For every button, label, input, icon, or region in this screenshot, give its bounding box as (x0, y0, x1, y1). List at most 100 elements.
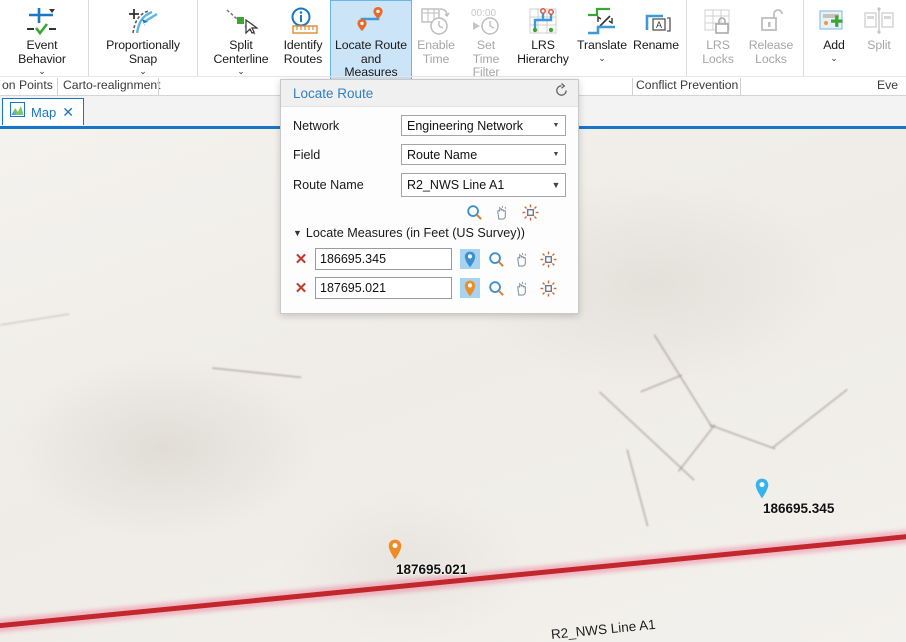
route-name-combobox[interactable]: R2_NWS Line A1 ▼ (401, 173, 566, 197)
pin-measure-icon[interactable] (460, 278, 480, 298)
route-name-label: Route Name (293, 178, 364, 192)
pan-to-route-icon[interactable] (492, 202, 512, 222)
map-tab-icon (10, 102, 25, 122)
group-label-events: Eve (877, 78, 899, 92)
chevron-down-icon[interactable]: ⌄ (598, 53, 606, 63)
tab-map[interactable]: Map ✕ (2, 98, 85, 125)
measure-row: ✕ (293, 248, 566, 270)
release-locks-button[interactable]: Release Locks (743, 0, 799, 72)
pan-to-measure-icon[interactable] (512, 278, 532, 298)
merge-event-button[interactable]: Merge (900, 0, 906, 72)
field-label: Field (293, 147, 321, 162)
field-value: Route Name (407, 147, 478, 162)
proportionally-snap-icon (124, 4, 162, 38)
measure-input[interactable] (315, 248, 452, 270)
lrs-hierarchy-label: LRS Hierarchy (517, 38, 569, 66)
locate-route-panel: Locate Route Network Engineering Network… (280, 79, 579, 314)
close-icon[interactable]: ✕ (62, 105, 74, 119)
pin-measure-icon[interactable] (460, 249, 480, 269)
group-divider (158, 78, 159, 95)
chevron-down-icon[interactable]: ⌄ (38, 66, 46, 76)
zoom-to-route-icon[interactable] (464, 202, 484, 222)
rename-button[interactable]: A Rename (630, 0, 682, 72)
split-event-icon (860, 4, 898, 38)
chevron-down-icon[interactable]: ⌄ (237, 66, 245, 76)
flash-measure-icon[interactable] (538, 249, 558, 269)
delete-measure-button[interactable]: ✕ (293, 252, 309, 267)
svg-text:00:00: 00:00 (471, 8, 496, 19)
measure-marker-186695-label: 186695.345 (763, 501, 835, 516)
identify-routes-icon (284, 4, 322, 38)
map-tab-label: Map (31, 104, 57, 120)
group-label-on-points: on Points (2, 78, 53, 92)
add-event-label: Add (823, 38, 845, 52)
lrs-locks-button[interactable]: LRS Locks (693, 0, 743, 72)
measure-marker-186695[interactable] (755, 478, 769, 499)
network-label: Network (293, 118, 340, 133)
add-event-button[interactable]: Add ⌄ (810, 0, 858, 72)
enable-time-label: Enable Time (417, 38, 455, 66)
event-behavior-button[interactable]: Event Behavior ⌄ (0, 0, 84, 77)
group-label-conflict-prevention: Conflict Prevention (636, 78, 739, 92)
identify-routes-label: Identify Routes (283, 38, 323, 66)
ribbon-group-routes: Split Centerline ⌄ Identify Routes Locat… (198, 0, 687, 81)
chevron-down-icon[interactable]: ▼ (293, 228, 302, 238)
measure-marker-187695[interactable] (388, 539, 402, 560)
zoom-to-measure-icon[interactable] (486, 278, 506, 298)
panel-body: Network Engineering Network ▼ Field Rout… (281, 107, 578, 313)
translate-button[interactable]: Translate ⌄ (574, 0, 630, 72)
identify-routes-button[interactable]: Identify Routes (276, 0, 330, 72)
split-centerline-icon (222, 4, 260, 38)
measure-row: ✕ (293, 277, 566, 299)
enable-time-button[interactable]: Enable Time (412, 0, 460, 72)
lrs-hierarchy-button[interactable]: LRS Hierarchy (512, 0, 574, 72)
proportionally-snap-button[interactable]: Proportionally Snap ⌄ (93, 0, 193, 77)
set-time-filter-label: Set Time Filter (472, 38, 500, 79)
measure-input[interactable] (315, 277, 452, 299)
zoom-to-measure-icon[interactable] (486, 249, 506, 269)
locate-route-label: Locate Route and Measures (335, 38, 407, 79)
group-divider (57, 78, 58, 95)
application-window: Event Behavior ⌄ Proportionally Snap ⌄ S… (0, 0, 906, 642)
ribbon-groups: Event Behavior ⌄ Proportionally Snap ⌄ S… (0, 0, 906, 81)
chevron-down-icon[interactable]: ▼ (549, 151, 563, 158)
flash-route-icon[interactable] (520, 202, 540, 222)
lrs-hierarchy-icon (524, 4, 562, 38)
chevron-down-icon[interactable]: ⌄ (139, 66, 147, 76)
set-time-filter-button[interactable]: 00:00 Set Time Filter (460, 0, 512, 81)
chevron-down-icon[interactable]: ▼ (549, 180, 563, 189)
split-event-label: Split (867, 38, 891, 52)
delete-measure-button[interactable]: ✕ (293, 281, 309, 296)
rename-label: Rename (633, 38, 679, 52)
split-event-button[interactable]: Split (858, 0, 900, 72)
split-centerline-label: Split Centerline (213, 38, 269, 66)
lrs-locks-label: LRS Locks (702, 38, 734, 66)
route-name-value: R2_NWS Line A1 (407, 178, 505, 192)
event-behavior-label: Event Behavior (18, 38, 66, 66)
panel-title: Locate Route (293, 85, 374, 101)
lrs-locks-icon (699, 4, 737, 38)
flash-measure-icon[interactable] (538, 278, 558, 298)
measure-marker-187695-label: 187695.021 (396, 562, 468, 577)
proportionally-snap-label: Proportionally Snap (106, 38, 180, 66)
split-centerline-button[interactable]: Split Centerline ⌄ (206, 0, 276, 77)
group-divider (632, 78, 633, 95)
ribbon-group-events: Add ⌄ Split (804, 0, 906, 76)
chevron-down-icon[interactable]: ⌄ (830, 53, 838, 63)
locate-route-and-measures-button[interactable]: Locate Route and Measures (330, 0, 412, 81)
release-locks-icon (752, 4, 790, 38)
refresh-icon[interactable] (554, 82, 569, 103)
network-field-row: Network Engineering Network ▼ (293, 115, 566, 136)
chevron-down-icon[interactable]: ▼ (549, 122, 563, 129)
route-name-field-row: Route Name R2_NWS Line A1 ▼ (293, 173, 566, 197)
pan-to-measure-icon[interactable] (512, 249, 532, 269)
set-time-filter-icon: 00:00 (467, 4, 505, 38)
field-combobox[interactable]: Route Name ▼ (401, 144, 566, 165)
release-locks-label: Release Locks (748, 38, 794, 66)
group-divider (740, 78, 741, 95)
measure-action-icons (460, 278, 558, 298)
field-field-row: Field Route Name ▼ (293, 144, 566, 165)
ribbon-group-on-points: Event Behavior ⌄ (0, 0, 89, 76)
network-combobox[interactable]: Engineering Network ▼ (401, 115, 566, 136)
locate-measures-section-header[interactable]: ▼ Locate Measures (in Feet (US Survey)) (293, 226, 566, 240)
